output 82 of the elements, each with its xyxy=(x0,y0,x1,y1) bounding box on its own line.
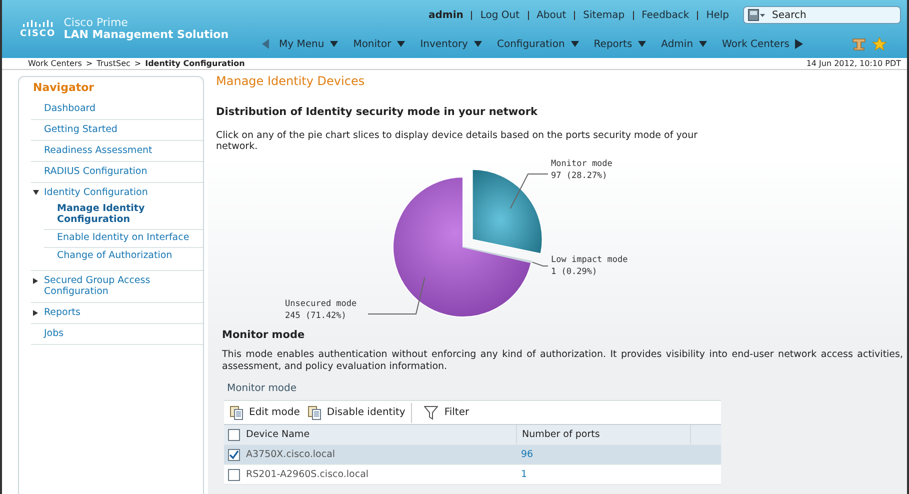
select-all-checkbox[interactable] xyxy=(228,428,240,440)
product-title: Cisco Prime xyxy=(64,17,129,29)
ports-link[interactable]: 1 xyxy=(521,469,528,480)
toolbar-button[interactable]: Disable identity xyxy=(304,402,410,422)
nav-subitem[interactable]: Change of Authorization xyxy=(44,248,203,265)
timestamp: 14 Jun 2012, 10:10 PDT xyxy=(806,59,901,68)
cisco-logo-text: CISCO xyxy=(20,28,56,38)
header-link[interactable]: Help xyxy=(697,10,729,20)
dropdown-caret-icon xyxy=(397,41,406,47)
header-link[interactable]: Feedback xyxy=(632,10,690,20)
breadcrumb-link[interactable]: TrustSec xyxy=(96,59,130,68)
menu-item[interactable]: Configuration xyxy=(496,38,579,50)
dropdown-caret-icon xyxy=(699,41,708,47)
section-heading: Distribution of Identity security mode in your network xyxy=(216,105,539,118)
toolbar-button[interactable]: Edit mode xyxy=(226,402,304,422)
menu-item[interactable]: Reports xyxy=(594,38,646,50)
toolbar-button[interactable]: Filter xyxy=(411,402,474,422)
breadcrumb-link[interactable]: Work Centers xyxy=(28,59,82,68)
menu-item[interactable]: Admin xyxy=(661,38,708,50)
slice-value: 245 (71.42%) xyxy=(285,311,346,321)
slice-value: 97 (28.27%) xyxy=(551,171,608,181)
mode-description: This mode enables authentication without enforcing any kind of authorization. It provides visibility into end-user network access activities, assessment, and policy evaluation information. xyxy=(222,349,903,373)
row-checkbox[interactable] xyxy=(228,448,240,460)
device-name-cell-text: A3750X.cisco.local xyxy=(245,449,336,460)
navigator-title: Navigator xyxy=(32,80,96,96)
slice-label: Monitor mode xyxy=(551,159,612,169)
nav-subitem[interactable]: Enable Identity on Interface xyxy=(44,230,203,248)
table-title: Monitor mode xyxy=(227,383,298,394)
document-copy-icon xyxy=(308,406,321,420)
nav-link[interactable]: Dashboard xyxy=(44,103,96,114)
expand-arrow-icon[interactable] xyxy=(33,190,39,196)
breadcrumb-current: Identity Configuration xyxy=(145,59,245,68)
column-header[interactable]: Device Name xyxy=(244,429,516,440)
expand-arrow-icon[interactable] xyxy=(33,310,39,316)
expand-arrow-icon[interactable] xyxy=(33,278,39,284)
leader-line xyxy=(532,262,548,266)
scroll-right-icon[interactable] xyxy=(795,39,804,49)
product-name: LAN Management Solution xyxy=(64,29,229,41)
filter-icon xyxy=(424,406,438,420)
dropdown-caret-icon xyxy=(570,41,579,47)
table-row[interactable]: A3750X.cisco.local 96 xyxy=(224,445,721,465)
slice-label: Unsecured mode xyxy=(285,299,357,309)
leader-line xyxy=(510,174,548,210)
header-link[interactable]: Sitemap xyxy=(574,10,625,20)
section-heading: Monitor mode xyxy=(221,328,306,341)
dropdown-caret-icon xyxy=(330,41,338,47)
header-link[interactable]: About xyxy=(528,10,566,20)
nav-link[interactable]: RADIUS Configuration xyxy=(44,166,148,177)
ports-link[interactable]: 96 xyxy=(521,449,534,460)
slice-label: Low impact mode xyxy=(551,255,628,265)
dropdown-caret-icon xyxy=(638,41,646,47)
document-copy-icon xyxy=(230,406,243,420)
nav-group[interactable]: Secured Group Access Configuration xyxy=(44,275,203,297)
pie-slice[interactable] xyxy=(462,246,532,264)
nav-link[interactable]: Jobs xyxy=(44,328,64,339)
menu-item[interactable]: My Menu xyxy=(279,38,338,50)
column-header[interactable]: Number of ports xyxy=(516,425,690,444)
menu-item[interactable]: Monitor xyxy=(353,38,406,50)
search-scope-icon[interactable] xyxy=(748,9,766,21)
device-name-cell-text: RS201-A2960S.cisco.local xyxy=(245,469,370,480)
leader-line xyxy=(368,277,426,314)
table-row[interactable]: RS201-A2960S.cisco.local 1 xyxy=(224,465,721,485)
menu-item[interactable]: Inventory xyxy=(420,38,482,50)
cisco-bars-icon xyxy=(22,20,53,28)
breadcrumb-separator: > xyxy=(86,59,93,68)
row-checkbox[interactable] xyxy=(228,468,240,480)
nav-link[interactable]: Getting Started xyxy=(44,124,118,135)
dropdown-caret-icon xyxy=(474,41,482,47)
menu-item[interactable]: Work Centers xyxy=(722,38,790,50)
header-link[interactable]: Log Out xyxy=(471,10,520,20)
page-title: Manage Identity Devices xyxy=(216,74,366,88)
checkmark-icon xyxy=(229,450,239,460)
search-field[interactable]: Search xyxy=(743,6,901,24)
nav-link[interactable]: Readiness Assessment xyxy=(44,145,152,156)
breadcrumb-separator: > xyxy=(134,59,142,68)
user-name: admin xyxy=(428,10,464,20)
chart-description: Click on any of the pie chart slices to display device details based on the ports security mode of your network. xyxy=(216,130,699,152)
nav-group[interactable]: Reports xyxy=(44,307,80,318)
slice-value: 1 (0.29%) xyxy=(551,267,598,277)
star-icon[interactable] xyxy=(872,37,887,51)
nav-subitem[interactable]: Manage Identity Configuration xyxy=(44,201,203,230)
nav-group[interactable]: Identity Configuration xyxy=(44,187,148,198)
